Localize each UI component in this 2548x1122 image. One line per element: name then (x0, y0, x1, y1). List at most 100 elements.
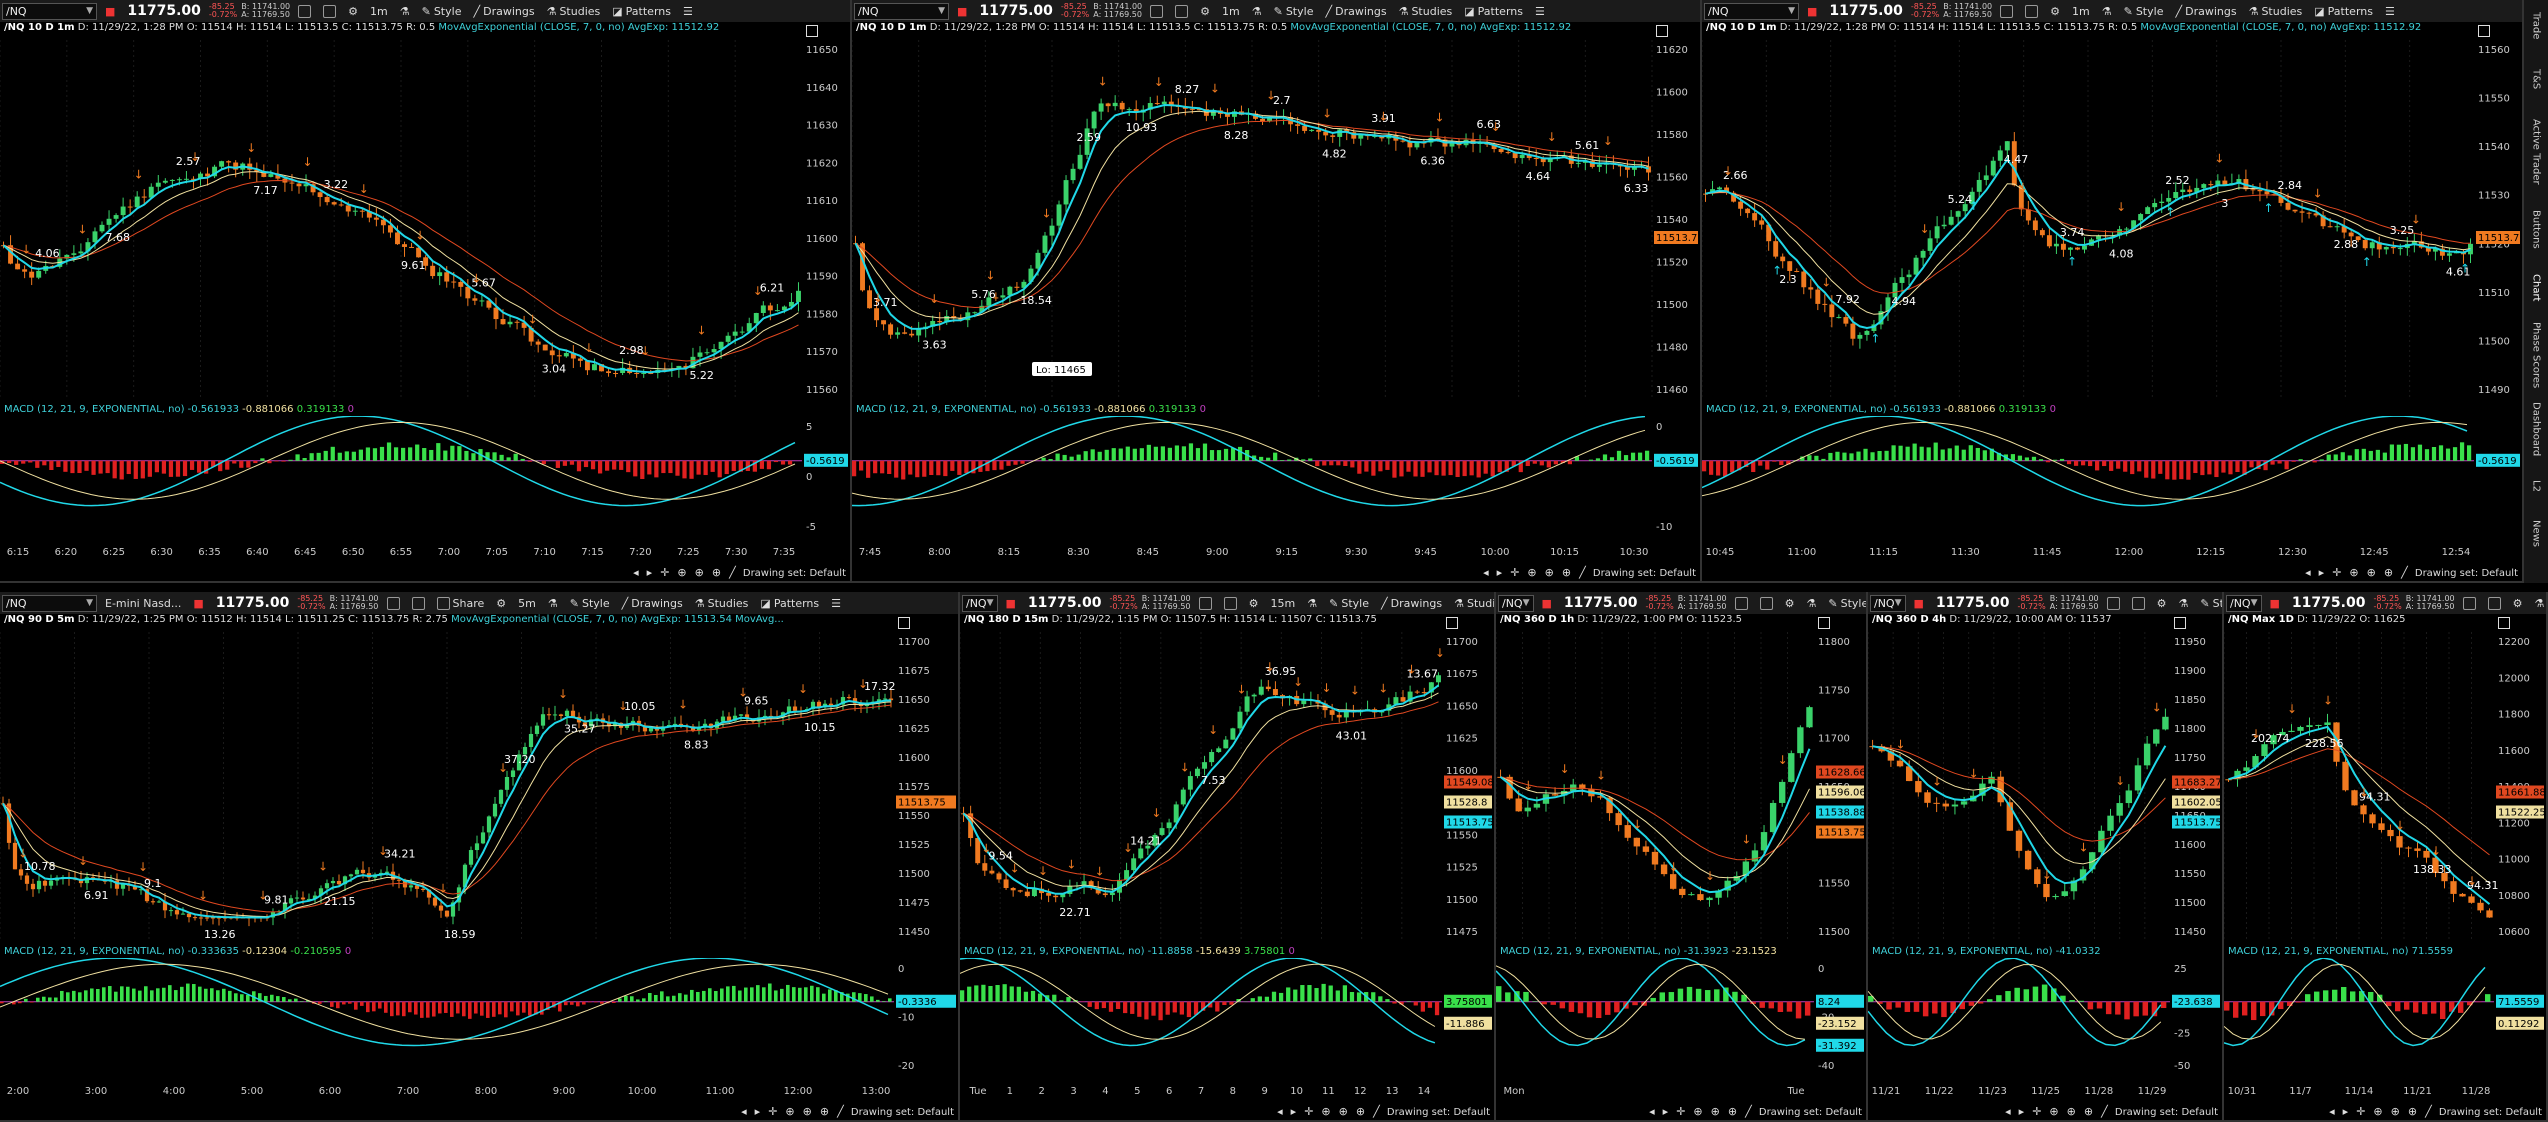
drawings-button[interactable]: ╱ Drawings (469, 5, 538, 18)
calendar-icon[interactable] (1220, 596, 1241, 610)
link-icon[interactable] (383, 596, 404, 610)
chevron-down-icon[interactable]: ▼ (86, 6, 96, 16)
link-icon[interactable] (1731, 596, 1752, 610)
gear-icon[interactable]: ⚙ (1781, 597, 1799, 610)
price-chart[interactable]: 1170011675116501162511600115751155011525… (0, 632, 960, 942)
zoom-fit-icon[interactable]: ⊕ (1558, 566, 1575, 579)
gear-icon[interactable]: ⚙ (1245, 597, 1263, 610)
studies-button[interactable]: ⚗Studies (1395, 5, 1457, 18)
sidebar-tab-l2[interactable]: L2 (2524, 466, 2548, 506)
link-icon[interactable] (1146, 4, 1167, 18)
sidebar-tab-buttons[interactable]: Buttons (2524, 200, 2548, 258)
scroll-right-icon[interactable]: ▸ (751, 1105, 765, 1118)
zoom-out-icon[interactable]: ⊕ (1707, 1105, 1724, 1118)
zoom-fit-icon[interactable]: ⊕ (816, 1105, 833, 1118)
pencil-icon[interactable]: ╱ (833, 1105, 848, 1118)
drawings-button[interactable]: ╱ Drawings (1321, 5, 1390, 18)
calendar-icon[interactable] (319, 4, 340, 18)
flask-icon[interactable]: ⚗ (396, 5, 414, 18)
gear-icon[interactable]: ⚙ (1196, 5, 1214, 18)
studies-button[interactable]: ⚗Studies (2245, 5, 2307, 18)
crosshair-icon[interactable]: ✛ (2328, 566, 2345, 579)
sidebar-tab-active-trader[interactable]: Active Trader (2524, 112, 2548, 192)
pencil-icon[interactable]: ╱ (725, 566, 740, 579)
macd-chart[interactable]: 0-10-20-0.3336 (0, 958, 960, 1083)
zoom-fit-icon[interactable]: ⊕ (1352, 1105, 1369, 1118)
flask-icon[interactable]: ⚗ (1303, 597, 1321, 610)
patterns-button[interactable]: ◪ Patterns (608, 5, 675, 18)
chevron-down-icon[interactable]: ▼ (938, 6, 948, 16)
menu-icon[interactable]: ☰ (827, 597, 845, 610)
crosshair-icon[interactable]: ✛ (2352, 1105, 2369, 1118)
pencil-icon[interactable]: ╱ (2097, 1105, 2112, 1118)
exchange-icon[interactable]: ■ (1538, 597, 1556, 610)
scroll-right-icon[interactable]: ▸ (1287, 1105, 1301, 1118)
symbol-input[interactable]: /NQ ▼ (854, 2, 949, 20)
macd-chart[interactable]: 0-10-0.5619 (852, 416, 1702, 544)
macd-chart[interactable]: 3.75801-11.886 (960, 958, 1496, 1083)
zoom-fit-icon[interactable]: ⊕ (2404, 1105, 2421, 1118)
zoom-out-icon[interactable]: ⊕ (2363, 566, 2380, 579)
zoom-out-icon[interactable]: ⊕ (1541, 566, 1558, 579)
zoom-fit-icon[interactable]: ⊕ (2080, 1105, 2097, 1118)
sidebar-tab-dashboard[interactable]: Dashboard (2524, 400, 2548, 458)
flask-icon[interactable]: ⚗ (2098, 5, 2116, 18)
style-button[interactable]: ✎Style (566, 597, 614, 610)
scroll-left-icon[interactable]: ◂ (2325, 1105, 2339, 1118)
expand-icon[interactable] (1818, 617, 1830, 629)
chevron-down-icon[interactable]: ▼ (2251, 598, 2261, 608)
style-button[interactable]: ✎Style (1325, 597, 1373, 610)
link-icon[interactable] (294, 4, 315, 18)
gear-icon[interactable]: ⚙ (2046, 5, 2064, 18)
scroll-left-icon[interactable]: ◂ (2001, 1105, 2015, 1118)
scroll-left-icon[interactable]: ◂ (1273, 1105, 1287, 1118)
pencil-icon[interactable]: ╱ (1741, 1105, 1756, 1118)
zoom-out-icon[interactable]: ⊕ (1335, 1105, 1352, 1118)
calendar-icon[interactable] (2128, 596, 2149, 610)
macd-chart[interactable]: 250-25-50-23.638 (1868, 958, 2224, 1083)
calendar-icon[interactable] (1756, 596, 1777, 610)
scroll-right-icon[interactable]: ▸ (2339, 1105, 2353, 1118)
studies-button[interactable]: ⚗Studies (543, 5, 605, 18)
expand-icon[interactable] (2174, 617, 2186, 629)
crosshair-icon[interactable]: ✛ (1672, 1105, 1689, 1118)
scroll-left-icon[interactable]: ◂ (2301, 566, 2315, 579)
price-chart[interactable]: 1195011900118501180011750117001165011600… (1868, 632, 2224, 942)
menu-icon[interactable]: ☰ (679, 5, 697, 18)
macd-chart[interactable]: 0-20-408.24-23.152-31.392 (1496, 958, 1868, 1083)
exchange-icon[interactable]: ■ (189, 597, 207, 610)
chevron-down-icon[interactable]: ▼ (86, 598, 96, 608)
flask-icon[interactable]: ⚗ (1248, 5, 1266, 18)
symbol-input[interactable]: /NQ ▼ (2226, 594, 2262, 612)
symbol-input[interactable]: /NQ ▼ (2, 594, 97, 612)
zoom-out-icon[interactable]: ⊕ (2063, 1105, 2080, 1118)
symbol-input[interactable]: /NQ ▼ (1498, 594, 1534, 612)
style-button[interactable]: ✎Style (1824, 597, 1866, 610)
crosshair-icon[interactable]: ✛ (1506, 566, 1523, 579)
price-chart[interactable]: 1220012000118001160011400112001100010800… (2224, 632, 2548, 942)
style-button[interactable]: ✎Style (1270, 5, 1318, 18)
patterns-button[interactable]: ◪ Patterns (756, 597, 823, 610)
zoom-in-icon[interactable]: ⊕ (781, 1105, 798, 1118)
gear-icon[interactable]: ⚙ (2509, 597, 2527, 610)
flask-icon[interactable]: ⚗ (1803, 597, 1821, 610)
sidebar-tab-trade[interactable]: Trade (2524, 6, 2548, 46)
style-button[interactable]: ✎Style (2120, 5, 2168, 18)
zoom-in-icon[interactable]: ⊕ (1317, 1105, 1334, 1118)
crosshair-icon[interactable]: ✛ (2028, 1105, 2045, 1118)
scroll-right-icon[interactable]: ▸ (2315, 566, 2329, 579)
aggregation-selector[interactable]: 15m (1267, 597, 1300, 610)
studies-button[interactable]: ⚗Studies (1450, 597, 1494, 610)
zoom-in-icon[interactable]: ⊕ (1689, 1105, 1706, 1118)
exchange-icon[interactable]: ■ (2266, 597, 2284, 610)
sidebar-tab-news[interactable]: News (2524, 514, 2548, 554)
patterns-button[interactable]: ◪ Patterns (1460, 5, 1527, 18)
exchange-icon[interactable]: ■ (1803, 5, 1821, 18)
crosshair-icon[interactable]: ✛ (764, 1105, 781, 1118)
symbol-input[interactable]: /NQ ▼ (962, 594, 998, 612)
flask-icon[interactable]: ⚗ (2531, 597, 2546, 610)
zoom-in-icon[interactable]: ⊕ (673, 566, 690, 579)
drawings-button[interactable]: ╱ Drawings (2171, 5, 2240, 18)
aggregation-selector[interactable]: 1m (2068, 5, 2094, 18)
aggregation-selector[interactable]: 1m (1218, 5, 1244, 18)
